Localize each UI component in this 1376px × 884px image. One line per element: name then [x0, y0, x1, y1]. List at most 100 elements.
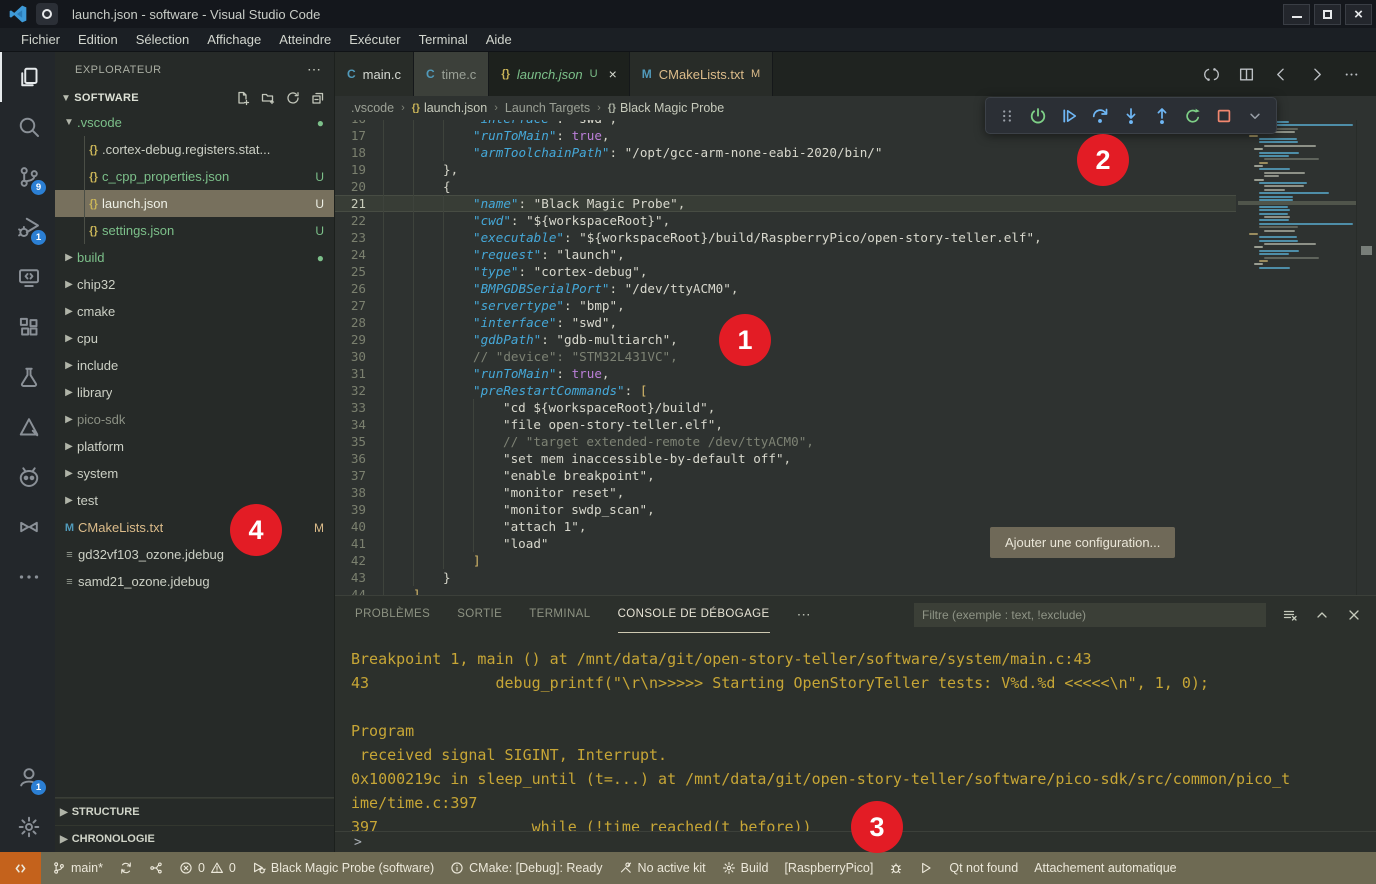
status-launch-target[interactable] — [911, 852, 941, 884]
menu-exécuter[interactable]: Exécuter — [340, 28, 409, 51]
status-cmake-kit[interactable]: No active kit — [611, 852, 714, 884]
tree-item-launch-json[interactable]: {}launch.jsonU — [55, 190, 334, 217]
code-line-44[interactable]: 44] — [335, 586, 1236, 595]
status-debug-target[interactable] — [881, 852, 911, 884]
close-panel[interactable] — [1346, 607, 1362, 623]
menu-affichage[interactable]: Affichage — [198, 28, 270, 51]
tree-item-gd32vf103-ozone-jdebug[interactable]: ≡gd32vf103_ozone.jdebug — [55, 541, 334, 568]
debug-drag-handle-button[interactable] — [993, 102, 1021, 130]
status-problems[interactable]: 00 — [171, 852, 244, 884]
code-line-34[interactable]: 34"file open-story-teller.elf", — [335, 416, 1236, 433]
code-line-37[interactable]: 37"enable breakpoint", — [335, 467, 1236, 484]
code-line-35[interactable]: 35// "target extended-remote /dev/ttyACM… — [335, 433, 1236, 450]
activity-cmake-tools[interactable] — [0, 402, 55, 452]
console-filter-input[interactable] — [914, 603, 1266, 627]
tab-cmakelists-txt[interactable]: MCMakeLists.txtM — [630, 52, 773, 96]
activity-accounts[interactable]: 1 — [0, 752, 55, 802]
code-area[interactable]: 16"interface": "swd",17"runToMain": true… — [335, 120, 1236, 595]
code-line-26[interactable]: 26"BMPGDBSerialPort": "/dev/ttyACM0", — [335, 280, 1236, 297]
code-line-38[interactable]: 38"monitor reset", — [335, 484, 1236, 501]
code-line-30[interactable]: 30// "device": "STM32L431VC", — [335, 348, 1236, 365]
activity-explorer[interactable] — [0, 52, 55, 102]
editor-scrollbar[interactable] — [1356, 120, 1376, 595]
panel-tab-probl-mes[interactable]: PROBLÈMES — [355, 596, 430, 633]
breadcrumb-launch-json[interactable]: {}launch.json — [412, 101, 487, 115]
tree-item--cortex-debug-registers-stat-[interactable]: {}.cortex-debug.registers.stat... — [55, 136, 334, 163]
code-line-33[interactable]: 33"cd ${workspaceRoot}/build", — [335, 399, 1236, 416]
menu-fichier[interactable]: Fichier — [12, 28, 69, 51]
code-line-36[interactable]: 36"set mem inaccessible-by-default off", — [335, 450, 1236, 467]
tree-item-samd21-ozone-jdebug[interactable]: ≡samd21_ozone.jdebug — [55, 568, 334, 595]
code-line-28[interactable]: 28"interface": "swd", — [335, 314, 1236, 331]
activity-more-views[interactable] — [0, 552, 55, 602]
close-button[interactable]: × — [1345, 4, 1372, 25]
collapse-folders-button[interactable] — [310, 90, 326, 106]
code-line-23[interactable]: 23"executable": "${workspaceRoot}/build/… — [335, 229, 1236, 246]
tree-item-system[interactable]: ▶system — [55, 460, 334, 487]
clear-console[interactable] — [1282, 607, 1298, 623]
code-line-24[interactable]: 24"request": "launch", — [335, 246, 1236, 263]
tab-main-c[interactable]: Cmain.c — [335, 52, 414, 96]
app-icon[interactable] — [36, 3, 58, 25]
menu-edition[interactable]: Edition — [69, 28, 127, 51]
menu-terminal[interactable]: Terminal — [410, 28, 477, 51]
open-changes[interactable] — [1203, 66, 1220, 83]
minimize-button[interactable] — [1283, 4, 1310, 25]
activity-testing[interactable] — [0, 352, 55, 402]
maximize-panel[interactable] — [1314, 607, 1330, 623]
breadcrumb-launch-targets[interactable]: Launch Targets — [505, 101, 590, 115]
panel-tab-console-de-d-bogage[interactable]: CONSOLE DE DÉBOGAGE — [618, 596, 770, 633]
tab-launch-json[interactable]: {}launch.jsonU× — [489, 52, 629, 96]
workspace-section-header[interactable]: ▼ SOFTWARE — [55, 87, 334, 109]
tree-item-pico-sdk[interactable]: ▶pico-sdk — [55, 406, 334, 433]
new-folder-button[interactable] — [260, 90, 276, 106]
code-line-31[interactable]: 31"runToMain": true, — [335, 365, 1236, 382]
status-git-graph[interactable] — [141, 852, 171, 884]
breadcrumb-black-magic-probe[interactable]: {}Black Magic Probe — [608, 101, 724, 115]
code-line-32[interactable]: 32"preRestartCommands": [ — [335, 382, 1236, 399]
more-actions[interactable] — [1343, 66, 1360, 83]
status-sync-changes[interactable] — [111, 852, 141, 884]
activity-vs-solution[interactable] — [0, 502, 55, 552]
panel-tab-sortie[interactable]: SORTIE — [457, 596, 502, 633]
debug-stop-button[interactable] — [1210, 102, 1238, 130]
tree-item-cmake[interactable]: ▶cmake — [55, 298, 334, 325]
new-file-button[interactable] — [235, 90, 251, 106]
tree-item--vscode[interactable]: ▼.vscode● — [55, 109, 334, 136]
status-auto-attach[interactable]: Attachement automatique — [1026, 852, 1184, 884]
activity-platformio[interactable] — [0, 452, 55, 502]
section-structure[interactable]: ▶ STRUCTURE — [55, 798, 334, 825]
tree-item-test[interactable]: ▶test — [55, 487, 334, 514]
tree-item-chip32[interactable]: ▶chip32 — [55, 271, 334, 298]
status-git-branch[interactable]: main* — [44, 852, 111, 884]
debug-restart-button[interactable] — [1179, 102, 1207, 130]
tree-item-include[interactable]: ▶include — [55, 352, 334, 379]
debug-step-into-button[interactable] — [1117, 102, 1145, 130]
add-configuration-button[interactable]: Ajouter une configuration... — [990, 527, 1175, 558]
code-line-39[interactable]: 39"monitor swdp_scan", — [335, 501, 1236, 518]
debug-continue-button[interactable] — [1055, 102, 1083, 130]
navigate-forward[interactable] — [1308, 66, 1325, 83]
tree-item-cpu[interactable]: ▶cpu — [55, 325, 334, 352]
menu-sélection[interactable]: Sélection — [127, 28, 198, 51]
editor[interactable]: 16"interface": "swd",17"runToMain": true… — [335, 120, 1376, 595]
code-line-22[interactable]: 22"cwd": "${workspaceRoot}", — [335, 212, 1236, 229]
status-cmake-status[interactable]: CMake: [Debug]: Ready — [442, 852, 610, 884]
debug-step-out-button[interactable] — [1148, 102, 1176, 130]
activity-search[interactable] — [0, 102, 55, 152]
status-debug-configuration[interactable]: Black Magic Probe (software) — [244, 852, 442, 884]
code-line-29[interactable]: 29"gdbPath": "gdb-multiarch", — [335, 331, 1236, 348]
code-line-27[interactable]: 27"servertype": "bmp", — [335, 297, 1236, 314]
debug-power-button[interactable] — [1024, 102, 1052, 130]
tree-item-settings-json[interactable]: {}settings.jsonU — [55, 217, 334, 244]
activity-run-and-debug[interactable]: 1 — [0, 202, 55, 252]
tree-item-library[interactable]: ▶library — [55, 379, 334, 406]
explorer-more-actions[interactable]: ⋯ — [307, 61, 322, 78]
close-tab-icon[interactable]: × — [609, 66, 617, 82]
tree-item-platform[interactable]: ▶platform — [55, 433, 334, 460]
menu-aide[interactable]: Aide — [477, 28, 521, 51]
activity-settings[interactable] — [0, 802, 55, 852]
split-editor[interactable] — [1238, 66, 1255, 83]
scrollbar-thumb[interactable] — [1361, 246, 1372, 255]
panel-tab-terminal[interactable]: TERMINAL — [529, 596, 590, 633]
